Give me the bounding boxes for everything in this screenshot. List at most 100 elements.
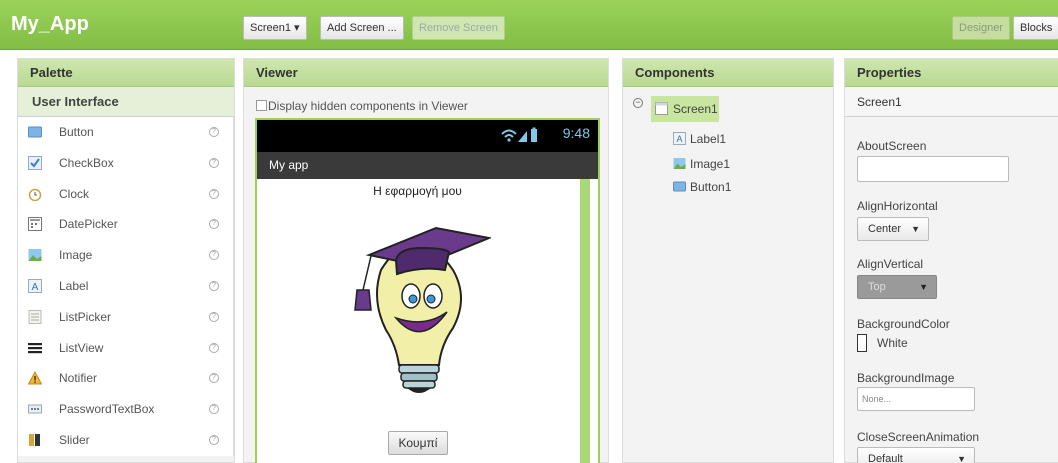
align-horizontal-select[interactable]: Center ▼ [857,217,929,241]
palette-item-notifier[interactable]: Notifier ? [18,363,233,394]
warning-icon [28,371,42,385]
palette-item-label: DatePicker [59,217,118,232]
phone-status-bar: 9:48 [257,120,598,152]
image-icon [28,249,42,262]
palette-item-label: CheckBox [59,155,114,170]
status-time: 9:48 [562,125,590,141]
help-icon[interactable]: ? [209,404,219,415]
prop-background-image-label: BackgroundImage [857,371,955,385]
label-icon: A [28,278,42,293]
prop-align-vertical-label: AlignVertical [857,257,924,271]
app-title: My_App [11,13,89,35]
svg-text:A: A [32,282,39,293]
collapse-toggle-icon[interactable]: − [633,98,643,108]
screen-select-button[interactable]: Screen1 ▾ [243,16,307,40]
designer-button[interactable]: Designer [952,16,1011,40]
palette-item-label: Image [59,248,93,263]
palette-panel: Palette User Interface Button ? CheckBox… [17,58,235,463]
help-icon[interactable]: ? [209,219,219,230]
component-tree-label: Image1 [690,157,731,171]
help-icon[interactable]: ? [209,250,219,261]
close-screen-animation-select[interactable]: Default ▼ [857,447,975,463]
component-tree-label: Button1 [690,180,732,194]
display-hidden-checkbox[interactable] [256,100,267,111]
palette-item-listview[interactable]: ListView ? [18,333,233,364]
prop-close-screen-animation-label: CloseScreenAnimation [857,430,980,444]
button-icon [28,126,42,138]
palette-item-label: Clock [59,186,90,201]
prop-background-color-label: BackgroundColor [857,317,950,331]
palette-item-label: Notifier [59,371,98,386]
palette-item-image[interactable]: Image ? [18,240,233,271]
add-screen-button[interactable]: Add Screen ... [320,16,404,40]
datepicker-icon [28,217,42,232]
component-tree-label1[interactable]: A Label1 [673,129,726,149]
help-icon[interactable]: ? [209,373,219,384]
checkbox-icon [28,155,42,170]
palette-item-datepicker[interactable]: DatePicker ? [18,209,233,240]
component-tree-screen1[interactable]: Screen1 [651,96,719,122]
component-tree-button1[interactable]: Button1 [673,177,731,197]
blocks-button[interactable]: Blocks [1013,16,1058,40]
remove-screen-button[interactable]: Remove Screen [412,16,505,40]
help-icon[interactable]: ? [209,157,219,168]
prop-align-horizontal-label: AlignHorizontal [857,199,938,213]
help-icon[interactable]: ? [209,188,219,199]
palette-item-passwordtextbox[interactable]: PasswordTextBox ? [18,394,233,425]
palette-item-label: Slider [59,432,90,447]
help-icon[interactable]: ? [209,342,219,353]
listpicker-icon [28,309,42,324]
passwordtextbox-icon [28,404,42,414]
palette-item-label[interactable]: A Label ? [18,271,233,302]
component-tree-image1[interactable]: Image1 [673,154,730,174]
screen-icon [655,102,668,115]
background-image-input[interactable]: None... [857,387,975,411]
help-icon[interactable]: ? [209,127,219,137]
palette-item-listpicker[interactable]: ListPicker ? [18,302,233,333]
help-icon[interactable]: ? [209,434,219,445]
phone-scrollbar[interactable] [580,179,590,463]
properties-component-name: Screen1 [845,87,1058,117]
dropdown-caret-icon: ▼ [957,454,966,463]
palette-item-checkbox[interactable]: CheckBox ? [18,148,233,179]
image-icon [673,158,686,169]
label1-preview[interactable]: Η εφαρμογή μου [257,184,578,198]
phone-action-bar: My app [257,152,598,179]
component-tree-label: Label1 [690,132,727,146]
properties-panel: Properties Screen1 AboutScreen AlignHori… [844,58,1058,463]
component-tree-label: Screen1 [673,102,718,116]
display-hidden-option[interactable]: Display hidden components in Viewer [256,99,468,113]
button1-preview[interactable]: Κουμπί [388,431,448,455]
background-color-swatch[interactable] [857,334,867,352]
dropdown-caret-icon: ▼ [919,282,928,292]
palette-item-clock[interactable]: Clock ? [18,179,233,210]
palette-header: Palette [18,59,234,87]
palette-category-user-interface[interactable]: User Interface [18,87,234,117]
palette-item-label: Label [59,278,89,293]
signal-battery-icon [501,127,537,142]
background-color-value[interactable]: White [877,336,908,350]
palette-list: Button ? CheckBox ? Clock ? DatePicker ?… [18,117,234,456]
phone-preview: 9:48 My app Η εφαρμογή μου Κουμπί [255,118,600,463]
listview-icon [28,342,42,353]
palette-item-button[interactable]: Button ? [18,117,233,148]
viewer-panel: Viewer Display hidden components in View… [243,58,609,463]
clock-icon [28,188,42,201]
top-bar: My_App Screen1 ▾ Add Screen ... Remove S… [0,0,1058,50]
about-screen-textarea[interactable] [857,156,1009,182]
graduation-bulb-image[interactable] [341,200,491,400]
svg-text:A: A [676,134,682,144]
display-hidden-label: Display hidden components in Viewer [268,99,468,113]
components-header: Components [623,59,833,87]
palette-item-label: ListPicker [59,309,112,324]
components-panel: Components − Screen1 A Label1 Image1 But… [622,58,834,463]
slider-icon [29,433,40,446]
palette-item-label: ListView [59,340,104,355]
align-vertical-select[interactable]: Top ▼ [857,275,937,299]
dropdown-caret-icon: ▼ [911,224,920,234]
help-icon[interactable]: ? [209,311,219,322]
help-icon[interactable]: ? [209,280,219,291]
palette-item-slider[interactable]: Slider ? [18,425,233,456]
prop-about-screen-label: AboutScreen [857,139,927,153]
viewer-header: Viewer [244,59,608,87]
